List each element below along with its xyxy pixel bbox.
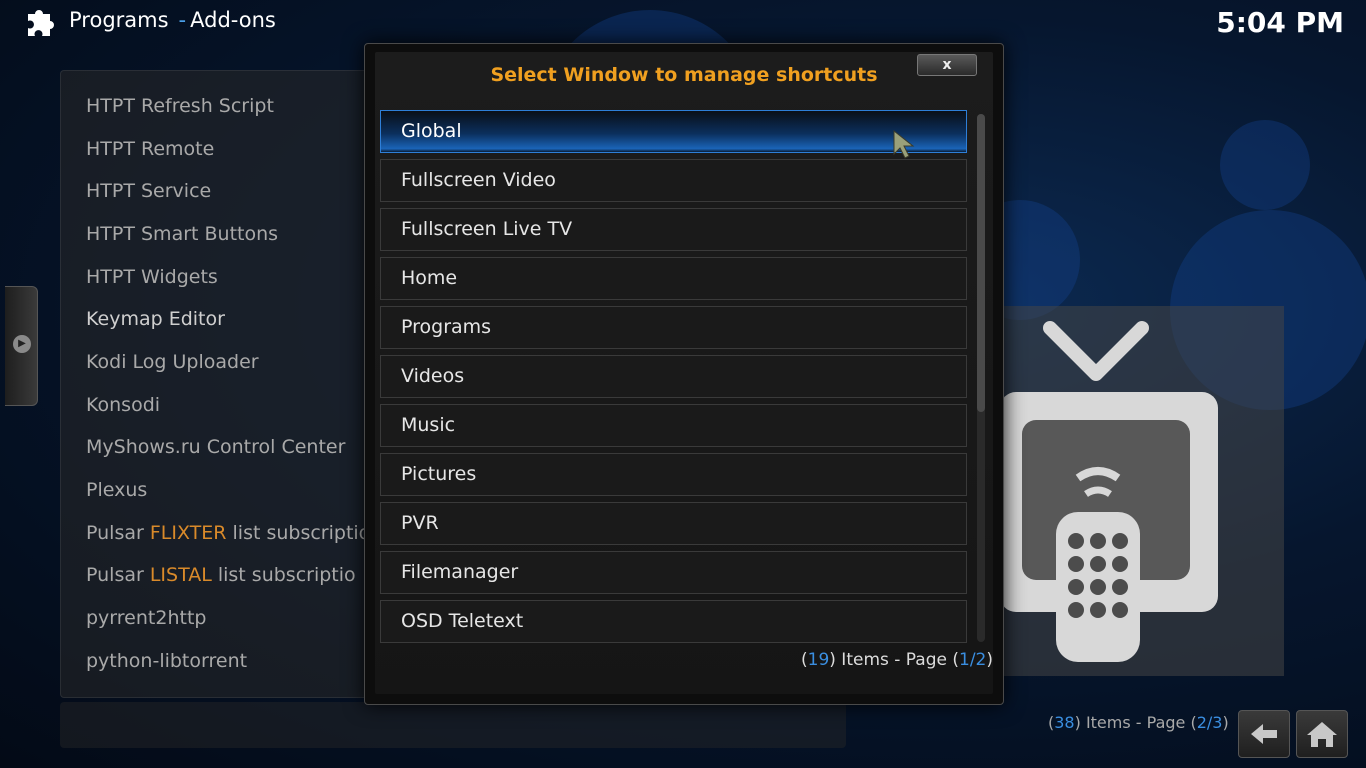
list-item[interactable]: HTPT Smart Buttons: [86, 223, 278, 245]
arrow-right-icon: ▶: [13, 335, 31, 353]
scrollbar-thumb[interactable]: [977, 114, 985, 412]
window-option-osd-teletext[interactable]: OSD Teletext: [380, 600, 967, 643]
window-option-fullscreen-live-tv[interactable]: Fullscreen Live TV: [380, 208, 967, 251]
title-separator: -: [178, 8, 187, 32]
list-item-text: list subscriptio: [211, 564, 356, 586]
list-item[interactable]: HTPT Service: [86, 180, 211, 202]
count-text: ) Items - Page (: [829, 650, 959, 670]
page-number: 1/2: [959, 650, 987, 670]
addon-list: HTPT Refresh Script HTPT Remote HTPT Ser…: [60, 70, 392, 698]
count-text: ) Items - Page (: [1074, 713, 1197, 732]
side-menu-tab[interactable]: ▶: [5, 286, 38, 406]
home-icon: [1307, 722, 1337, 747]
option-label: Filemanager: [401, 561, 519, 583]
option-label: Fullscreen Live TV: [401, 218, 573, 240]
home-button[interactable]: [1296, 710, 1348, 758]
option-label: Pictures: [401, 463, 477, 485]
page-number: 2/3: [1196, 713, 1223, 732]
list-item[interactable]: Plexus: [86, 479, 147, 501]
list-item-text: Pulsar: [86, 564, 150, 586]
remote-tv-icon: [1000, 321, 1218, 662]
window-option-filemanager[interactable]: Filemanager: [380, 551, 967, 594]
back-arrow-icon: [1251, 724, 1277, 744]
window-option-videos[interactable]: Videos: [380, 355, 967, 398]
count-paren: (: [800, 650, 808, 670]
list-item[interactable]: pyrrent2http: [86, 607, 206, 629]
window-option-home[interactable]: Home: [380, 257, 967, 300]
count-paren: ): [1222, 713, 1229, 732]
option-label: Home: [401, 267, 458, 289]
list-item[interactable]: Pulsar FLIXTER list subscriptio: [86, 522, 370, 544]
list-item-text: Pulsar: [86, 522, 150, 544]
list-item[interactable]: Keymap Editor: [86, 308, 225, 330]
window-option-pvr[interactable]: PVR: [380, 502, 967, 545]
window-option-pictures[interactable]: Pictures: [380, 453, 967, 496]
clock: 5:04 PM: [1216, 6, 1344, 39]
list-item[interactable]: MyShows.ru Control Center: [86, 436, 345, 458]
window-option-fullscreen-video[interactable]: Fullscreen Video: [380, 159, 967, 202]
option-label: Fullscreen Video: [401, 169, 556, 191]
list-item[interactable]: HTPT Refresh Script: [86, 95, 274, 117]
list-item-text: list subscriptio: [226, 522, 371, 544]
close-button[interactable]: x: [917, 54, 977, 76]
window-option-music[interactable]: Music: [380, 404, 967, 447]
list-item[interactable]: HTPT Widgets: [86, 266, 218, 288]
mouse-cursor-icon: [893, 130, 915, 159]
list-item[interactable]: HTPT Remote: [86, 138, 214, 160]
option-label: Music: [401, 414, 456, 436]
background-bubble: [1220, 120, 1310, 210]
option-label: Global: [401, 120, 462, 142]
list-item[interactable]: Pulsar LISTAL list subscriptio: [86, 564, 356, 586]
list-item-highlight: FLIXTER: [149, 522, 227, 544]
item-count: 38: [1054, 713, 1075, 732]
back-button[interactable]: [1238, 710, 1290, 758]
option-label: Videos: [401, 365, 465, 387]
list-item[interactable]: python-libtorrent: [86, 650, 247, 672]
count-paren: ): [986, 650, 993, 670]
dialog-page-info: (19) Items - Page (1/2): [801, 650, 993, 670]
page-title: Programs - Add-ons: [69, 8, 276, 32]
option-label: PVR: [401, 512, 439, 534]
section-label: Programs: [69, 8, 169, 32]
info-bar: [60, 702, 846, 748]
list-item[interactable]: Konsodi: [86, 394, 160, 416]
puzzle-icon: [28, 10, 54, 36]
subsection-label: Add-ons: [190, 8, 276, 32]
dialog-title: Select Window to manage shortcuts: [490, 64, 878, 86]
list-item[interactable]: Kodi Log Uploader: [86, 351, 259, 373]
header-bar: Programs - Add-ons 5:04 PM: [0, 0, 1366, 48]
dialog-scrollbar[interactable]: [977, 114, 985, 642]
item-count: 19: [807, 650, 830, 670]
option-label: Programs: [401, 316, 492, 338]
list-item-highlight: LISTAL: [149, 564, 212, 586]
addon-preview: [1000, 306, 1284, 676]
window-option-programs[interactable]: Programs: [380, 306, 967, 349]
list-page-info: (38) Items - Page (2/3): [1048, 713, 1229, 732]
option-label: OSD Teletext: [401, 610, 524, 632]
window-option-global[interactable]: Global: [380, 110, 967, 153]
